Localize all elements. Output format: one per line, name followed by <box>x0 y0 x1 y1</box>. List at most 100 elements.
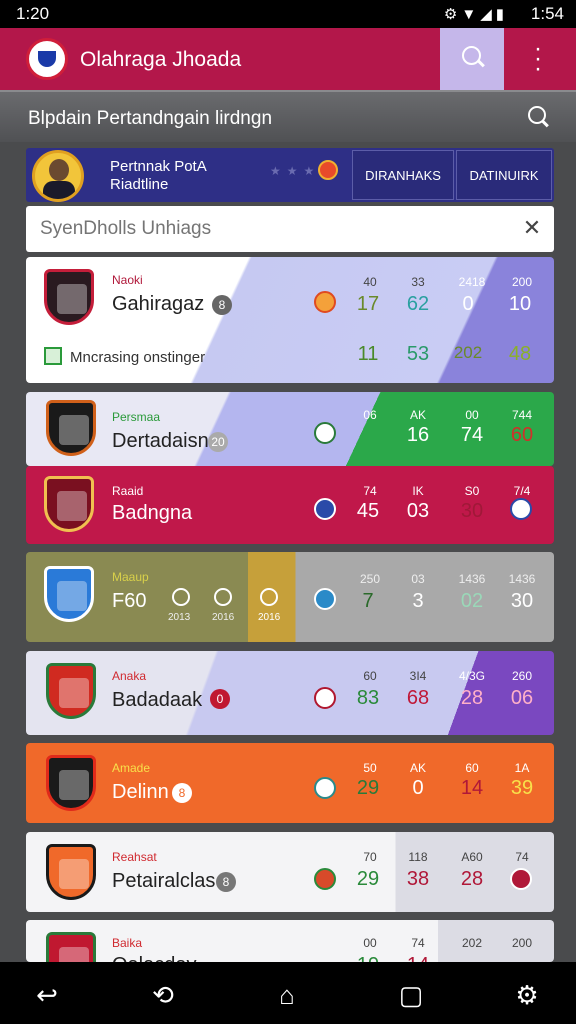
stat-header: 40 <box>363 275 377 289</box>
check-icon <box>44 347 62 365</box>
match-card[interactable]: Baika Oalacday 00 74 202 200 19 14 <box>26 920 554 962</box>
team-name: Oalacday <box>112 954 197 962</box>
stat-value: 16 <box>406 424 430 446</box>
stat-header: IK <box>412 484 424 498</box>
stat-value: 30 <box>460 500 484 522</box>
close-icon[interactable]: ✕ <box>522 217 542 239</box>
ball-icon <box>314 687 336 709</box>
app-bar: Olahraga Jhoada · · · <box>0 28 576 90</box>
sub-header: Blpdain Pertandngain lirdngn <box>0 90 576 142</box>
system-nav-bar: ↩ ⟲ ⌂ ▢ ⚙ <box>0 962 576 1024</box>
match-card[interactable]: Amade Delinn 8 50 AK 60 1A 29 0 14 39 <box>26 743 554 823</box>
league-label: Persmaa <box>112 410 161 424</box>
search-box: ✕ <box>26 206 554 252</box>
team-crest-icon <box>46 844 96 900</box>
stat-header: 00 <box>465 408 479 422</box>
league-label: Amade <box>112 761 151 775</box>
team-crest-icon <box>44 476 94 532</box>
banner-line1: Pertnnak PotA <box>110 158 207 175</box>
stat-value: 28 <box>460 687 484 709</box>
stat-value: 38 <box>406 868 430 890</box>
team-crest-icon <box>44 269 94 325</box>
ball-icon <box>314 422 336 444</box>
match-card[interactable]: Naoki Gahiragaz 8 40 33 2418 200 17 62 0… <box>26 257 554 383</box>
history-icon[interactable]: ⟲ <box>148 980 178 1010</box>
match-card[interactable]: Persmaa Dertadaisn 20 06 AK 00 744 16 74… <box>26 392 554 466</box>
stat-value: 06 <box>510 687 534 709</box>
banner-button-1[interactable]: DIRANHAKS <box>352 150 454 200</box>
team-crest-icon <box>46 932 96 962</box>
team-name: Gahiragaz <box>112 293 205 315</box>
back-icon[interactable]: ↩ <box>32 980 62 1010</box>
stat-header: 74 <box>515 850 529 864</box>
status-time-left: 1:20 <box>16 4 50 23</box>
sub-value: 53 <box>406 343 430 365</box>
team-badge: 0 <box>210 689 230 709</box>
stat-header: 74 <box>363 484 377 498</box>
stat-header: 260 <box>511 669 533 683</box>
match-card[interactable]: Maaup F60 2013 2016 2016 250 03 1436 143… <box>26 552 554 642</box>
banner-line2: Riadtline <box>110 176 169 193</box>
stat-value: 0 <box>462 293 474 315</box>
stat-header: 06 <box>363 408 377 422</box>
stat-value: 74 <box>460 424 484 446</box>
featured-banner[interactable]: Pertnnak PotA Riadtline ★★★★ DIRANHAKS D… <box>26 148 554 202</box>
stat-header: 202 <box>461 936 483 950</box>
team-crest-icon <box>46 663 96 719</box>
app-title: Olahraga Jhoada <box>80 48 242 71</box>
year-label: 2013 <box>168 612 191 623</box>
stat-value: 60 <box>510 424 534 446</box>
status-time-right: 1:54 <box>530 4 564 23</box>
recent-apps-icon[interactable]: ▢ <box>396 980 426 1010</box>
ball-icon <box>314 777 336 799</box>
league-label: Anaka <box>112 669 147 683</box>
stat-header: 60 <box>465 761 479 775</box>
home-icon[interactable]: ⌂ <box>272 980 302 1010</box>
avatar <box>32 150 84 202</box>
stat-value: 03 <box>406 500 430 522</box>
match-card[interactable]: Reahsat Petairalclas 8 70 118 A60 74 29 … <box>26 832 554 912</box>
match-card[interactable]: Anaka Badadaak 0 60 3I4 4/3G 260 83 68 2… <box>26 651 554 735</box>
team-name: F60 <box>112 590 147 612</box>
ball-icon <box>318 160 338 180</box>
stat-value: 30 <box>510 590 534 612</box>
stat-value: 10 <box>508 293 532 315</box>
app-logo-icon <box>26 38 68 80</box>
search-icon[interactable] <box>528 106 550 128</box>
match-card[interactable]: Raaid Badngna 74 IK S0 7/4 45 03 30 <box>26 466 554 544</box>
stat-header: 1A <box>514 761 530 775</box>
banner-text: Pertnnak PotA Riadtline <box>110 158 207 194</box>
stat-header: 118 <box>408 850 428 864</box>
status-icons: ⚙▼◢▮ <box>443 6 508 23</box>
stat-value: 28 <box>460 868 484 890</box>
stat-header: 2418 <box>458 275 486 289</box>
league-label: Baika <box>112 936 143 950</box>
banner-button-2[interactable]: DATINUIRK <box>456 150 552 200</box>
search-button[interactable] <box>440 28 504 90</box>
year-label: 2016 <box>212 612 235 623</box>
stat-header: 4/3G <box>458 669 485 683</box>
stat-header: 1436 <box>458 572 486 586</box>
ball-icon <box>314 291 336 313</box>
year-label: 2016 <box>258 612 281 623</box>
team-badge: 8 <box>216 872 236 892</box>
stat-value: 7 <box>362 590 374 612</box>
overflow-menu-icon[interactable]: · · · <box>528 37 548 81</box>
stat-header: AK <box>409 761 426 775</box>
team-name: Badadaak <box>112 689 203 711</box>
sub-value: 202 <box>453 343 483 362</box>
sub-value: 11 <box>357 343 379 365</box>
team-badge: 8 <box>172 783 192 803</box>
stat-value: 29 <box>356 868 380 890</box>
league-label: Naoki <box>112 273 143 287</box>
team-badge: 20 <box>208 432 228 452</box>
stat-value: 02 <box>460 590 484 612</box>
stat-header: 03 <box>411 572 425 586</box>
stat-value: 14 <box>396 954 440 962</box>
stat-header: 200 <box>511 275 533 289</box>
stat-value: 39 <box>510 777 534 799</box>
team-crest-icon <box>46 755 96 811</box>
league-label: Reahsat <box>112 850 157 864</box>
settings-icon[interactable]: ⚙ <box>512 980 542 1010</box>
search-input[interactable] <box>40 214 500 244</box>
